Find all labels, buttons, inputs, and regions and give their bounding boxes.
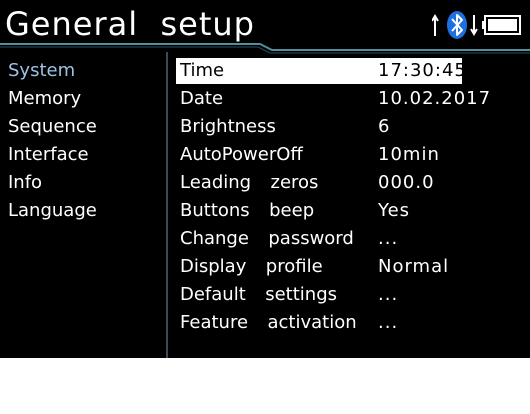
settings-row-change-password[interactable]: Change password ...	[176, 226, 476, 252]
download-arrow-icon	[470, 15, 478, 36]
sidebar-item-system[interactable]: System	[8, 58, 75, 84]
setting-label: Date	[180, 88, 224, 109]
device-screen: General setup System Memory Sequence Int…	[0, 0, 530, 358]
sidebar-item-info[interactable]: Info	[8, 170, 42, 196]
battery-icon	[482, 15, 521, 35]
setting-label: Buttons beep	[180, 200, 315, 221]
setting-value: Yes	[378, 200, 411, 221]
setting-label: Display profile	[180, 256, 323, 277]
setting-value: ...	[378, 284, 399, 305]
settings-row-date[interactable]: Date 10.02.2017	[176, 86, 490, 112]
setting-value: 10.02.2017	[378, 88, 492, 109]
page-title: General setup	[5, 5, 255, 43]
header-bar: General setup	[0, 0, 530, 56]
status-area	[432, 10, 522, 40]
setting-value: ...	[378, 228, 399, 249]
settings-row-time[interactable]: Time 17:30:45	[176, 58, 466, 84]
setting-value: 17:30:45	[378, 60, 467, 81]
settings-row-default-settings[interactable]: Default settings ...	[176, 282, 476, 308]
settings-row-autopoweroff[interactable]: AutoPowerOff 10min	[176, 142, 476, 168]
sidebar-item-language[interactable]: Language	[8, 198, 97, 224]
settings-row-buttons-beep[interactable]: Buttons beep Yes	[176, 198, 476, 224]
setting-value: ...	[378, 312, 399, 333]
setting-label: Change password	[180, 228, 354, 249]
sidebar-item-interface[interactable]: Interface	[8, 142, 89, 168]
sidebar-item-sequence[interactable]: Sequence	[8, 114, 97, 140]
sidebar-menu: System Memory Sequence Interface Info La…	[0, 58, 166, 358]
setting-label: Time	[180, 60, 225, 81]
setting-value: Normal	[378, 256, 450, 277]
sidebar-divider	[166, 52, 168, 358]
setting-label: Leading zeros	[180, 172, 319, 193]
setting-label: Brightness	[180, 116, 276, 137]
sidebar-item-memory[interactable]: Memory	[8, 86, 81, 112]
setting-label: AutoPowerOff	[180, 144, 303, 165]
bluetooth-icon	[447, 11, 467, 39]
setting-label: Default settings	[180, 284, 337, 305]
settings-row-leading-zeros[interactable]: Leading zeros 000.0	[176, 170, 476, 196]
setting-value: 000.0	[378, 172, 435, 193]
settings-row-display-profile[interactable]: Display profile Normal	[176, 254, 476, 280]
settings-list: Time 17:30:45 Date 10.02.2017 Brightness…	[176, 58, 530, 358]
settings-row-brightness[interactable]: Brightness 6	[176, 114, 476, 140]
settings-row-feature-activation[interactable]: Feature activation ...	[176, 310, 476, 336]
setting-value: 6	[378, 116, 391, 137]
setting-value: 10min	[378, 144, 440, 165]
transfer-arrows-icon	[432, 14, 439, 36]
setting-label: Feature activation	[180, 312, 357, 333]
